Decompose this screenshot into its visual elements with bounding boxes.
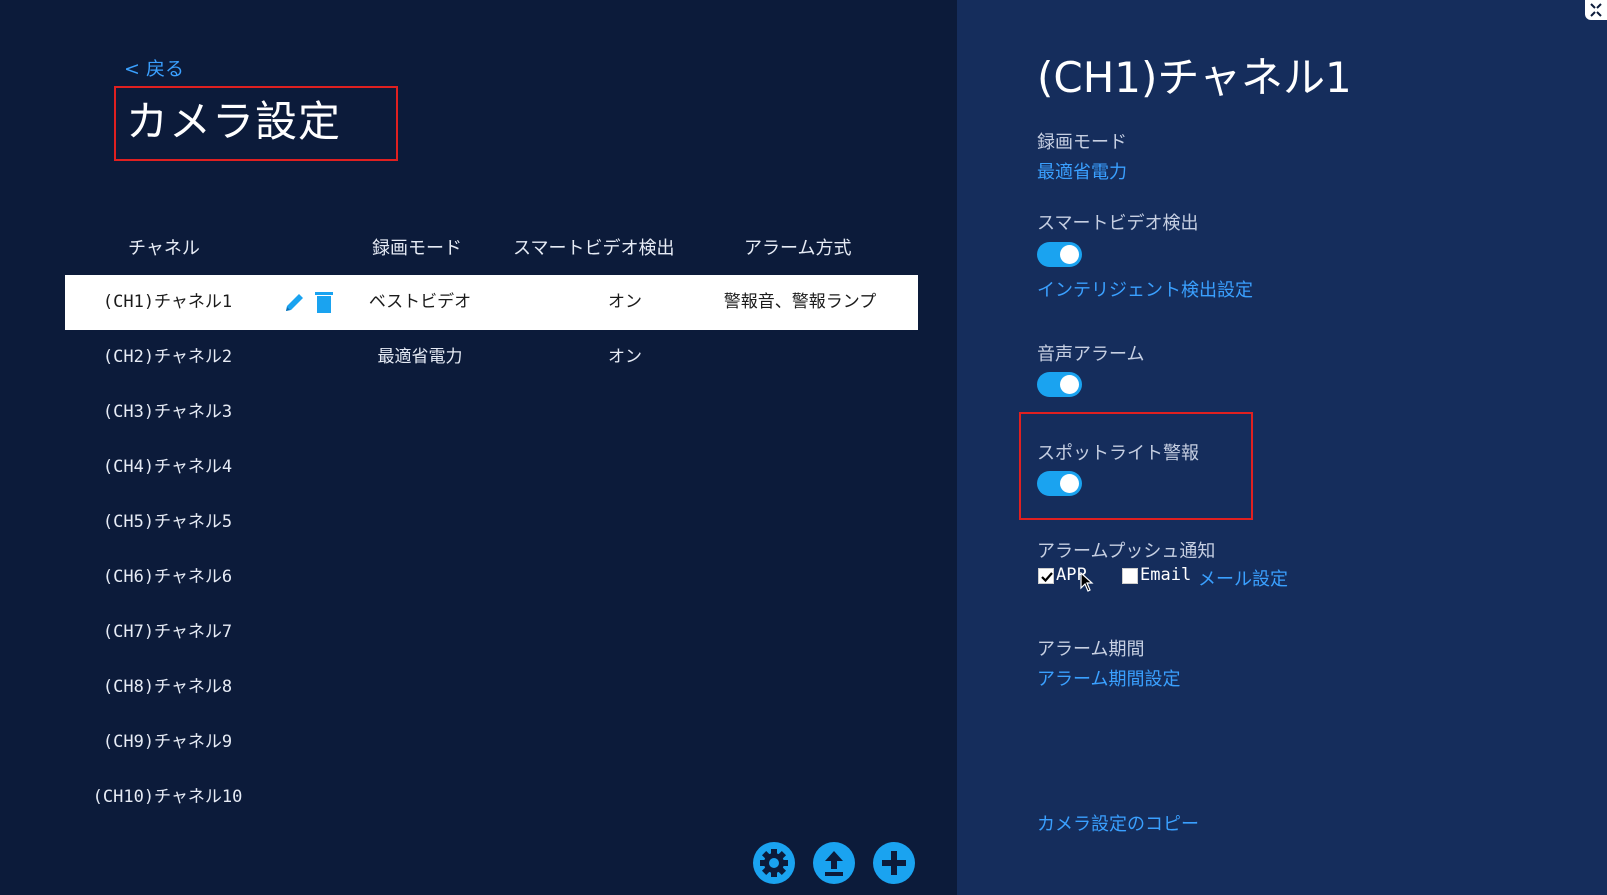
channel-name: (CH10)チャネル10: [92, 787, 243, 807]
plus-icon: [882, 851, 906, 875]
channel-list-pane: < 戻る カメラ設定 チャネル 録画モード スマートビデオ検出 アラーム方式 (…: [0, 0, 957, 895]
table-row[interactable]: (CH6)チャネル6: [65, 550, 918, 605]
toggle-knob: [1060, 245, 1079, 264]
channel-name: (CH7)チャネル7: [102, 622, 233, 642]
row-actions: [273, 290, 333, 316]
trash-icon[interactable]: [313, 290, 335, 318]
header-alarm-method: アラーム方式: [744, 238, 852, 259]
panel-title: (CH1)チャネル1: [1037, 53, 1352, 102]
fullscreen-exit-icon[interactable]: [1585, 0, 1607, 20]
table-row[interactable]: (CH5)チャネル5: [65, 495, 918, 550]
header-record-mode: 録画モード: [372, 238, 462, 259]
channel-name: (CH4)チャネル4: [102, 457, 233, 477]
mail-settings-link[interactable]: メール設定: [1198, 565, 1288, 591]
app-checkbox[interactable]: [1038, 568, 1054, 584]
copy-camera-settings-link[interactable]: カメラ設定のコピー: [1037, 810, 1199, 836]
smart-video-cell: オン: [608, 292, 642, 312]
push-notification-label: アラームプッシュ通知: [1037, 541, 1216, 562]
table-row[interactable]: (CH9)チャネル9: [65, 715, 918, 770]
spotlight-highlight-box: [1019, 412, 1253, 520]
record-mode-label: 録画モード: [1037, 132, 1127, 153]
record-mode-cell: 最適省電力: [377, 347, 463, 367]
intelligent-detection-link[interactable]: インテリジェント検出設定: [1037, 276, 1253, 302]
audio-alarm-toggle[interactable]: [1037, 372, 1082, 397]
record-mode-cell: ベストビデオ: [368, 292, 472, 312]
channel-name: (CH5)チャネル5: [102, 512, 233, 532]
table-row[interactable]: (CH10)チャネル10: [65, 770, 918, 825]
spotlight-alarm-toggle[interactable]: [1037, 471, 1082, 496]
channel-name: (CH9)チャネル9: [102, 732, 233, 752]
channel-name: (CH2)チャネル2: [102, 347, 233, 367]
table-row[interactable]: (CH4)チャネル4: [65, 440, 918, 495]
alarm-period-label: アラーム期間: [1037, 639, 1145, 660]
table-row[interactable]: (CH8)チャネル8: [65, 660, 918, 715]
toggle-knob: [1060, 375, 1079, 394]
smart-video-cell: オン: [608, 347, 642, 367]
toggle-knob: [1060, 474, 1079, 493]
header-channel: チャネル: [128, 238, 200, 259]
upload-button[interactable]: [813, 842, 855, 884]
alarm-period-link[interactable]: アラーム期間設定: [1037, 665, 1180, 691]
email-checkbox-label: Email: [1140, 565, 1192, 585]
channel-name: (CH6)チャネル6: [102, 567, 233, 587]
spotlight-alarm-label: スポットライト警報: [1037, 443, 1199, 464]
alarm-method-cell: [700, 330, 900, 385]
table-row-selected[interactable]: (CH1)チャネル1 ベストビデオ オン 警報音、警報ランプ: [65, 275, 918, 330]
pencil-icon[interactable]: [283, 290, 307, 318]
table-row[interactable]: (CH2)チャネル2 最適省電力 オン: [65, 330, 918, 385]
record-mode-value[interactable]: 最適省電力: [1037, 158, 1127, 184]
checkmark-icon: [1041, 572, 1053, 583]
header-smart-video: スマートビデオ検出: [513, 238, 675, 259]
mouse-cursor-icon: [1080, 571, 1094, 596]
upload-icon: [825, 851, 843, 876]
alarm-method-cell: 警報音、警報ランプ: [723, 292, 877, 312]
smart-video-label: スマートビデオ検出: [1037, 213, 1199, 234]
back-link[interactable]: < 戻る: [124, 54, 184, 81]
table-row[interactable]: (CH3)チャネル3: [65, 385, 918, 440]
audio-alarm-label: 音声アラーム: [1037, 344, 1145, 365]
smart-video-toggle[interactable]: [1037, 242, 1082, 267]
channel-name: (CH8)チャネル8: [102, 677, 233, 697]
email-checkbox[interactable]: [1122, 568, 1138, 584]
table-row[interactable]: (CH7)チャネル7: [65, 605, 918, 660]
gear-icon: [760, 849, 788, 877]
add-button[interactable]: [873, 842, 915, 884]
settings-button[interactable]: [753, 842, 795, 884]
channel-name: (CH1)チャネル1: [102, 292, 233, 312]
page-title: カメラ設定: [126, 97, 342, 146]
channel-name: (CH3)チャネル3: [102, 402, 233, 422]
